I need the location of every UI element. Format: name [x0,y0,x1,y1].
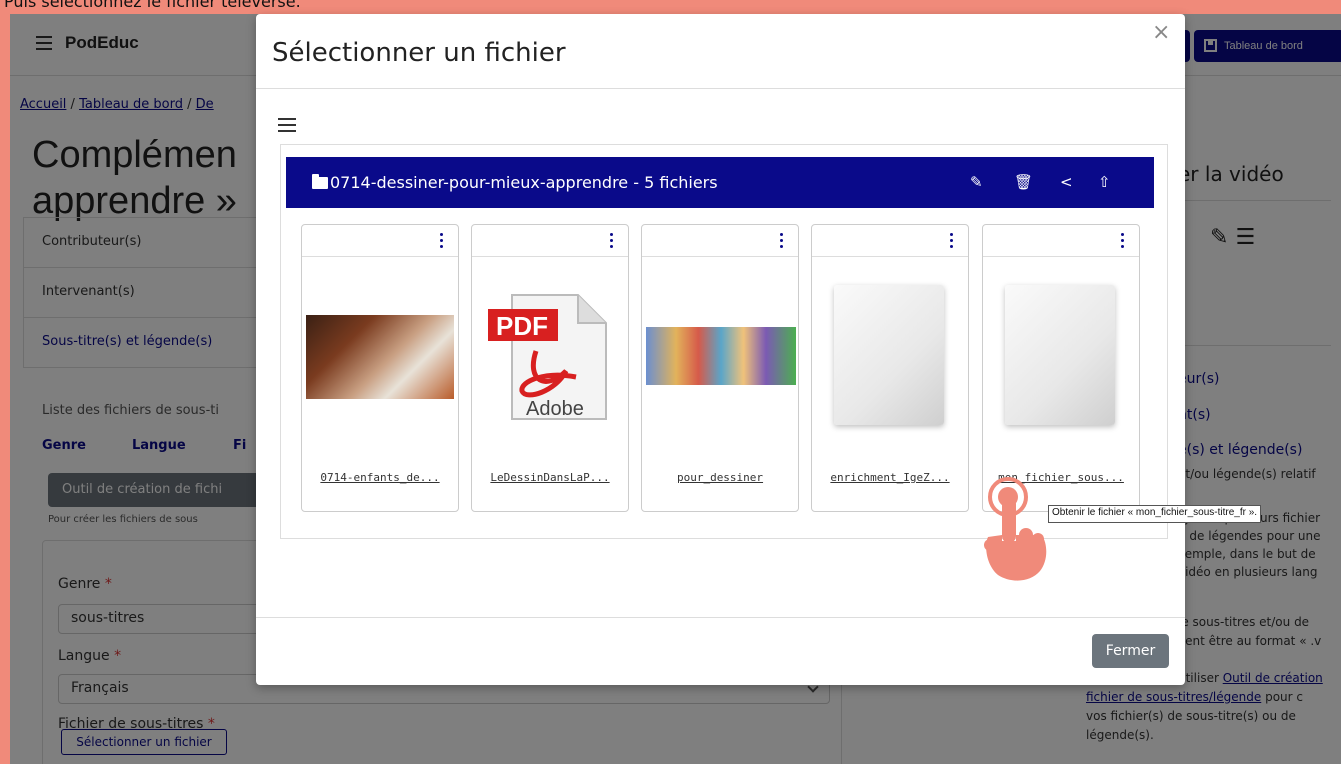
file-name[interactable]: 0714-enfants_de... [302,471,458,484]
file-name[interactable]: enrichment_IgeZ... [812,471,968,484]
close-icon[interactable]: × [1152,22,1170,44]
file-name[interactable]: LeDessinDansLaP... [472,471,628,484]
file-card[interactable]: PDF Adobe LeDessinDansLaP... [471,224,629,512]
trash-icon[interactable]: 🗑 [1014,173,1033,191]
file-card[interactable]: 0714-enfants_de... [301,224,459,512]
file-thumbnail [646,327,796,385]
folder-icon [312,174,328,189]
tooltip: Obtenir le fichier « mon_fichier_sous-ti… [1048,505,1262,523]
file-name[interactable]: pour_dessiner [642,471,798,484]
file-card[interactable]: enrichment_IgeZ... [811,224,969,512]
modal-title: Sélectionner un fichier [272,38,566,68]
more-options-icon[interactable] [1121,233,1125,249]
pdf-icon: PDF Adobe [488,294,607,420]
folder-name: 0714-dessiner-pour-mieux-apprendre - 5 f… [330,173,718,192]
more-options-icon[interactable] [440,233,444,249]
divider [256,88,1185,89]
document-icon [1005,285,1115,425]
pointer-hand-icon [984,477,1047,581]
share-icon[interactable]: < [1060,173,1073,191]
more-options-icon[interactable] [950,233,954,249]
folder-header: 0714-dessiner-pour-mieux-apprendre - 5 f… [286,157,1154,208]
more-options-icon[interactable] [780,233,784,249]
file-card[interactable]: pour_dessiner [641,224,799,512]
file-card[interactable]: mon_fichier_sous... [982,224,1140,512]
more-options-icon[interactable] [610,233,614,249]
document-icon [834,285,944,425]
svg-text:Adobe: Adobe [526,398,584,420]
divider [256,617,1185,618]
close-button[interactable]: Fermer [1092,634,1169,668]
file-thumbnail [306,315,454,399]
menu-icon[interactable] [278,118,296,132]
svg-text:PDF: PDF [496,311,548,341]
upload-icon[interactable]: ⇧ [1098,173,1111,191]
instruction-caption: Puis sélectionnez le fichier téléversé. [4,0,301,11]
edit-icon[interactable]: ✎ [970,173,983,191]
